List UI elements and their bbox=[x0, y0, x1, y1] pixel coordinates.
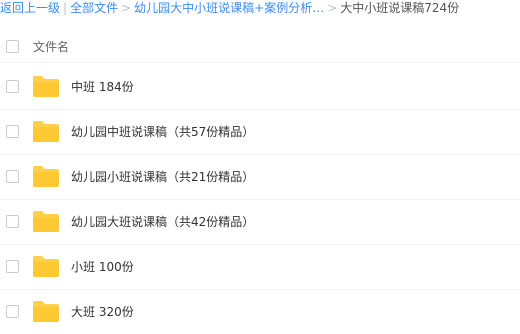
folder-icon bbox=[33, 211, 59, 232]
breadcrumb-separator: | bbox=[63, 1, 68, 15]
folder-name[interactable]: 大班 320份 bbox=[71, 303, 134, 320]
row-checkbox[interactable] bbox=[6, 260, 19, 273]
row-checkbox[interactable] bbox=[6, 125, 19, 138]
row-checkbox[interactable] bbox=[6, 305, 19, 318]
folder-name[interactable]: 幼儿园中班说课稿（共57份精品） bbox=[71, 123, 254, 140]
list-item[interactable]: 大班 320份 bbox=[0, 290, 520, 334]
select-all-checkbox[interactable] bbox=[6, 40, 19, 53]
filename-column-header: 文件名 bbox=[33, 40, 70, 54]
folder-name[interactable]: 中班 184份 bbox=[71, 78, 134, 95]
row-checkbox[interactable] bbox=[6, 80, 19, 93]
breadcrumb: 返回上一级 | 全部文件 > 幼儿园大中小班说课稿+案例分析… > 大中小班说课稿724份 bbox=[0, 0, 520, 18]
list-item[interactable]: 幼儿园中班说课稿（共57份精品） bbox=[0, 110, 520, 154]
back-link[interactable]: 返回上一级 bbox=[0, 1, 60, 15]
folder-icon bbox=[33, 301, 59, 322]
parent-folder-link[interactable]: 幼儿园大中小班说课稿+案例分析… bbox=[134, 1, 324, 15]
header-divider bbox=[0, 62, 520, 63]
folder-icon bbox=[33, 76, 59, 97]
chevron-right-icon: > bbox=[121, 1, 132, 15]
list-item[interactable]: 幼儿园大班说课稿（共42份精品） bbox=[0, 200, 520, 244]
row-checkbox[interactable] bbox=[6, 170, 19, 183]
list-item[interactable]: 中班 184份 bbox=[0, 65, 520, 109]
folder-name[interactable]: 幼儿园小班说课稿（共21份精品） bbox=[71, 168, 254, 185]
current-folder: 大中小班说课稿724份 bbox=[340, 1, 460, 15]
folder-icon bbox=[33, 166, 59, 187]
list-item[interactable]: 小班 100份 bbox=[0, 245, 520, 289]
folder-name[interactable]: 幼儿园大班说课稿（共42份精品） bbox=[71, 213, 254, 230]
file-list-header: 文件名 bbox=[0, 32, 520, 62]
list-item[interactable]: 幼儿园小班说课稿（共21份精品） bbox=[0, 155, 520, 199]
row-checkbox[interactable] bbox=[6, 215, 19, 228]
folder-icon bbox=[33, 256, 59, 277]
folder-icon bbox=[33, 121, 59, 142]
folder-name[interactable]: 小班 100份 bbox=[71, 258, 134, 275]
chevron-right-icon: > bbox=[327, 1, 338, 15]
all-files-link[interactable]: 全部文件 bbox=[70, 1, 118, 15]
